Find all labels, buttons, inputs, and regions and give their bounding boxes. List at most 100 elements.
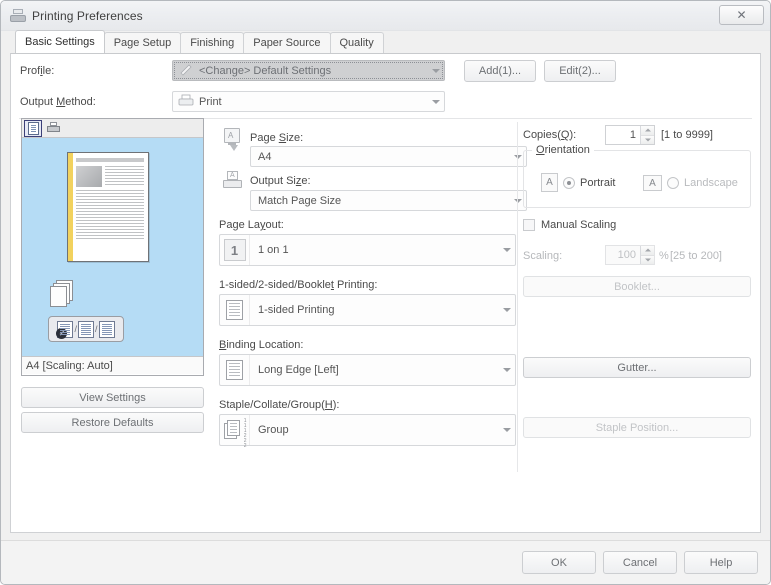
orientation-landscape-radio[interactable]: A Landscape [643, 175, 738, 191]
sided-printing-dropdown[interactable]: 1-sided Printing [219, 294, 516, 326]
printer-icon [46, 122, 60, 134]
edit-profile-label: Edit(2)... [559, 65, 601, 77]
tab-paper-source[interactable]: Paper Source [243, 32, 331, 53]
copies-range: [1 to 9999] [661, 129, 713, 141]
orientation-portrait-radio[interactable]: A Portrait [541, 173, 615, 192]
chevron-down-icon[interactable] [498, 295, 515, 325]
restore-defaults-button[interactable]: Restore Defaults [21, 412, 204, 433]
restore-defaults-label: Restore Defaults [71, 416, 154, 429]
document-preview-toggle[interactable] [24, 119, 42, 137]
help-label: Help [709, 556, 733, 569]
landscape-label: Landscape [684, 177, 738, 189]
output-size-dropdown[interactable]: Match Page Size [250, 190, 527, 211]
page-size-value: A4 [258, 150, 272, 163]
copies-spinner-buttons[interactable] [640, 126, 654, 144]
chevron-down-icon[interactable] [498, 415, 515, 445]
manual-scaling-checkbox[interactable]: Manual Scaling [523, 219, 616, 231]
output-stack-icon [50, 280, 76, 307]
tab-page-setup[interactable]: Page Setup [103, 32, 182, 53]
preview-canvas: ✓ / / [22, 138, 203, 356]
chevron-down-icon[interactable] [498, 355, 515, 385]
tab-finishing[interactable]: Finishing [180, 32, 245, 53]
copies-value: 1 [629, 129, 636, 141]
mode-separator-1: / [74, 324, 77, 334]
group-sheets-icon: 111222 [223, 419, 247, 449]
two-sided-icon [78, 320, 94, 338]
chevron-down-icon[interactable] [427, 61, 444, 80]
sheet-icon [226, 360, 243, 380]
output-method-dropdown[interactable]: Print [172, 91, 445, 112]
orientation-group: Orientation A Portrait A Landscape [523, 144, 751, 208]
tab-panel-basic-settings: Profile: <Change> Default Settings Add(1… [10, 53, 761, 533]
printer-icon [10, 8, 26, 23]
gutter-label: Gutter... [617, 361, 657, 374]
window-title: Printing Preferences [32, 8, 143, 23]
staple-collate-label: Staple/Collate/Group(H): [219, 399, 340, 411]
page-layout-dropdown[interactable]: 1 1 on 1 [219, 234, 516, 266]
check-icon: ✓ [56, 327, 68, 339]
output-method-label: Output Method: [20, 96, 96, 108]
output-size-label: Output Size: [250, 175, 311, 187]
page-size-dropdown[interactable]: A4 [250, 146, 527, 167]
dialog-footer: OK Cancel Help [1, 540, 770, 584]
radio-indicator [563, 176, 575, 189]
page-size-label: Page Size: [250, 132, 304, 144]
booklet-button[interactable]: Booklet... [523, 276, 751, 297]
chevron-down-icon[interactable] [498, 235, 515, 265]
document-icon [27, 121, 39, 135]
binding-location-value: Long Edge [Left] [258, 364, 339, 376]
tab-bar: Basic Settings Page Setup Finishing Pape… [1, 30, 770, 53]
checkbox-indicator [523, 219, 535, 231]
scaling-stepper: 100 [605, 245, 655, 265]
1-up-icon: 1 [223, 239, 246, 261]
staple-position-button[interactable]: Staple Position... [523, 417, 751, 438]
single-sheet-icon [226, 300, 243, 320]
orientation-label: Orientation [532, 144, 594, 156]
portrait-label: Portrait [580, 176, 616, 189]
gutter-button[interactable]: Gutter... [523, 357, 751, 378]
print-preview-panel: ✓ / / A4 [Scaling: Auto] [21, 118, 204, 376]
sided-printing-value: 1-sided Printing [258, 304, 335, 316]
tab-basic-settings[interactable]: Basic Settings [15, 30, 105, 53]
binding-location-label: Binding Location: [219, 339, 304, 351]
printer-preview-toggle[interactable] [44, 120, 62, 137]
title-bar: Printing Preferences ✕ [1, 1, 770, 31]
add-profile-button[interactable]: Add(1)... [464, 60, 536, 82]
landscape-page-icon: A [643, 175, 662, 191]
output-method-value: Print [199, 95, 222, 108]
staple-collate-value: Group [258, 424, 289, 436]
view-settings-button[interactable]: View Settings [21, 387, 204, 408]
tab-quality[interactable]: Quality [329, 32, 384, 53]
edit-profile-button[interactable]: Edit(2)... [544, 60, 616, 82]
binding-location-dropdown[interactable]: Long Edge [Left] [219, 354, 516, 386]
screen-a-icon: A [223, 128, 242, 153]
ok-button[interactable]: OK [522, 551, 596, 574]
printer-icon [178, 94, 196, 109]
scaling-value: 100 [617, 249, 636, 261]
cancel-button[interactable]: Cancel [603, 551, 677, 574]
copies-stepper[interactable]: 1 [605, 125, 655, 145]
profile-dropdown[interactable]: <Change> Default Settings [172, 60, 445, 81]
printer-a-icon: A [223, 171, 242, 189]
one-sided-icon: ✓ [56, 320, 74, 339]
page-layout-value: 1 on 1 [258, 244, 289, 256]
profile-value: <Change> Default Settings [199, 64, 332, 77]
pencil-icon [178, 63, 196, 78]
printing-preferences-dialog: Printing Preferences ✕ Basic Settings Pa… [0, 0, 771, 585]
cancel-label: Cancel [622, 556, 658, 569]
staple-collate-dropdown[interactable]: 111222 Group [219, 414, 516, 449]
profile-label: Profile: [20, 65, 55, 77]
close-icon[interactable]: ✕ [719, 5, 764, 25]
portrait-page-icon: A [541, 173, 558, 192]
help-button[interactable]: Help [684, 551, 758, 574]
chevron-down-icon[interactable] [427, 92, 444, 111]
mode-separator-2: / [95, 324, 98, 334]
print-mode-indicator[interactable]: ✓ / / [48, 316, 124, 342]
radio-indicator [667, 177, 679, 189]
booklet-icon [98, 320, 115, 338]
ok-label: OK [551, 556, 567, 569]
staple-position-label: Staple Position... [595, 421, 679, 434]
add-profile-label: Add(1)... [478, 65, 522, 77]
manual-scaling-label: Manual Scaling [541, 219, 617, 231]
scaling-label: Scaling: [523, 250, 563, 262]
